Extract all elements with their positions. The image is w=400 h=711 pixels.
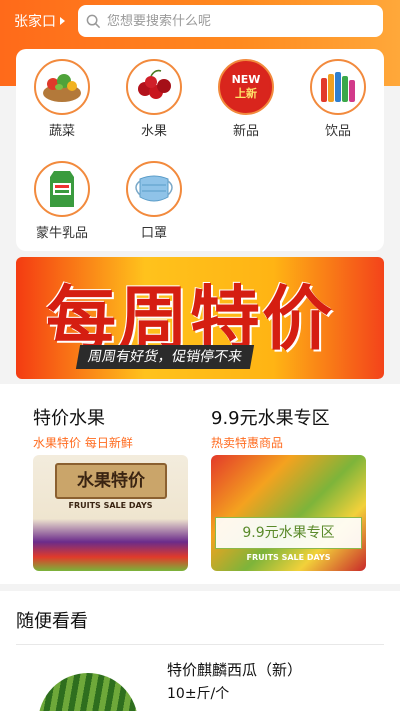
- special-fruits-card[interactable]: 特价水果 水果特价 每日新鲜 水果特价 FRUITS SALE DAYS: [33, 404, 193, 571]
- new-badge-icon: NEW 上新: [218, 59, 274, 115]
- section-heading: 随便看看: [16, 611, 88, 632]
- category-masks[interactable]: 口罩: [117, 161, 191, 241]
- category-label: 蒙牛乳品: [35, 226, 88, 241]
- category-label: 新品: [232, 124, 259, 139]
- new-badge-subtext: 上新: [235, 86, 257, 100]
- random-browse-section: 随便看看 特价麒麟西瓜（新） 10±斤/个: [0, 591, 400, 711]
- category-fruits[interactable]: 水果: [117, 59, 191, 139]
- product-name[interactable]: 特价麒麟西瓜（新）: [167, 659, 302, 680]
- milk-carton-icon: [34, 161, 90, 217]
- fruits-9-9-caption: FRUITS SALE DAYS: [246, 553, 331, 562]
- category-mengniu-dairy[interactable]: 蒙牛乳品: [25, 161, 99, 241]
- category-grid: 蔬菜 水果 NEW 上新 新品 饮品 蒙牛乳品 口罩: [16, 49, 384, 251]
- fruits-sale-image: 水果特价 FRUITS SALE DAYS: [33, 455, 188, 571]
- category-label: 蔬菜: [48, 124, 75, 139]
- product-unit: 10±斤/个: [167, 686, 230, 702]
- triangle-right-icon: [60, 17, 65, 25]
- category-label: 饮品: [324, 124, 351, 139]
- drinks-icon: [310, 59, 366, 115]
- city-label: 张家口: [14, 14, 56, 30]
- face-mask-icon: [126, 161, 182, 217]
- special-offers-section: 特价水果 水果特价 每日新鲜 水果特价 FRUITS SALE DAYS 9.9…: [0, 384, 400, 584]
- city-selector[interactable]: 张家口: [14, 10, 65, 32]
- category-new[interactable]: NEW 上新 新品: [209, 59, 283, 139]
- category-label: 水果: [140, 124, 167, 139]
- fruits-9-9-image: 9.9元水果专区 FRUITS SALE DAYS: [211, 455, 366, 571]
- special-9-9-card[interactable]: 9.9元水果专区 热卖特惠商品 9.9元水果专区 FRUITS SALE DAY…: [211, 404, 371, 571]
- vegetables-basket-icon: [34, 59, 90, 115]
- product-image-watermelon[interactable]: [38, 673, 138, 711]
- card-title: 特价水果: [33, 408, 105, 429]
- search-input[interactable]: [107, 13, 367, 29]
- fruits-sale-sign: 水果特价: [55, 463, 167, 499]
- weekly-special-banner[interactable]: 每周特价 周周有好货，促销停不来: [16, 257, 384, 379]
- card-subtitle: 热卖特惠商品: [211, 436, 284, 450]
- category-label: 口罩: [140, 226, 167, 241]
- card-title: 9.9元水果专区: [211, 408, 330, 429]
- search-bar[interactable]: [78, 5, 383, 37]
- banner-subtitle: 周周有好货，促销停不来: [75, 345, 255, 369]
- divider: [16, 644, 384, 645]
- search-icon: [86, 14, 101, 28]
- cherries-icon: [126, 59, 182, 115]
- fruits-9-9-sign: 9.9元水果专区: [215, 517, 362, 549]
- fruits-sale-caption: FRUITS SALE DAYS: [68, 501, 153, 510]
- category-drinks[interactable]: 饮品: [301, 59, 375, 139]
- category-vegetables[interactable]: 蔬菜: [25, 59, 99, 139]
- card-subtitle: 水果特价 每日新鲜: [33, 436, 133, 450]
- new-badge-text: NEW: [232, 73, 261, 86]
